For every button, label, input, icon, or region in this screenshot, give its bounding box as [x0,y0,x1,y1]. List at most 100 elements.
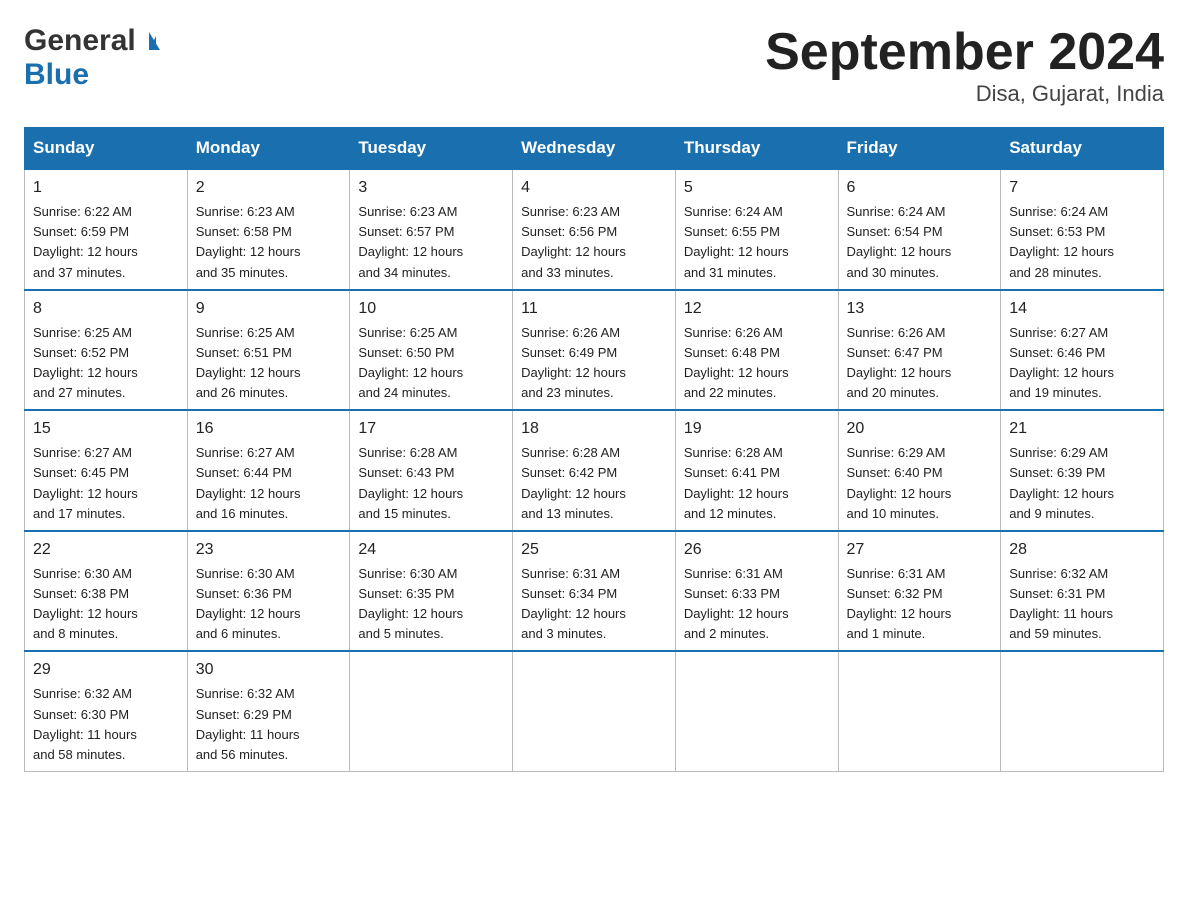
calendar-day-cell: 2 Sunrise: 6:23 AMSunset: 6:58 PMDayligh… [187,169,350,290]
day-info: Sunrise: 6:32 AMSunset: 6:29 PMDaylight:… [196,686,300,761]
calendar-day-cell: 22 Sunrise: 6:30 AMSunset: 6:38 PMDaylig… [25,531,188,652]
calendar-day-cell: 28 Sunrise: 6:32 AMSunset: 6:31 PMDaylig… [1001,531,1164,652]
day-info: Sunrise: 6:31 AMSunset: 6:34 PMDaylight:… [521,566,626,641]
calendar-day-cell: 29 Sunrise: 6:32 AMSunset: 6:30 PMDaylig… [25,651,188,771]
day-number: 27 [847,538,993,562]
day-number: 12 [684,297,830,321]
header-saturday: Saturday [1001,128,1164,170]
day-info: Sunrise: 6:30 AMSunset: 6:38 PMDaylight:… [33,566,138,641]
header-sunday: Sunday [25,128,188,170]
header-tuesday: Tuesday [350,128,513,170]
calendar-week-row: 22 Sunrise: 6:30 AMSunset: 6:38 PMDaylig… [25,531,1164,652]
day-number: 28 [1009,538,1155,562]
day-info: Sunrise: 6:26 AMSunset: 6:47 PMDaylight:… [847,325,952,400]
day-info: Sunrise: 6:30 AMSunset: 6:35 PMDaylight:… [358,566,463,641]
day-info: Sunrise: 6:25 AMSunset: 6:52 PMDaylight:… [33,325,138,400]
day-number: 1 [33,176,179,200]
day-info: Sunrise: 6:27 AMSunset: 6:44 PMDaylight:… [196,445,301,520]
calendar-day-cell: 25 Sunrise: 6:31 AMSunset: 6:34 PMDaylig… [513,531,676,652]
calendar-day-cell [513,651,676,771]
calendar-header-row: Sunday Monday Tuesday Wednesday Thursday… [25,128,1164,170]
title-block: September 2024 Disa, Gujarat, India [765,24,1164,107]
day-info: Sunrise: 6:28 AMSunset: 6:42 PMDaylight:… [521,445,626,520]
day-number: 10 [358,297,504,321]
day-number: 7 [1009,176,1155,200]
day-info: Sunrise: 6:31 AMSunset: 6:33 PMDaylight:… [684,566,789,641]
calendar-location: Disa, Gujarat, India [765,81,1164,107]
logo-general-text: General [24,24,136,58]
day-info: Sunrise: 6:26 AMSunset: 6:48 PMDaylight:… [684,325,789,400]
day-number: 21 [1009,417,1155,441]
calendar-day-cell: 14 Sunrise: 6:27 AMSunset: 6:46 PMDaylig… [1001,290,1164,411]
header-wednesday: Wednesday [513,128,676,170]
day-info: Sunrise: 6:27 AMSunset: 6:46 PMDaylight:… [1009,325,1114,400]
day-number: 15 [33,417,179,441]
day-number: 2 [196,176,342,200]
calendar-day-cell: 23 Sunrise: 6:30 AMSunset: 6:36 PMDaylig… [187,531,350,652]
calendar-day-cell: 30 Sunrise: 6:32 AMSunset: 6:29 PMDaylig… [187,651,350,771]
day-number: 14 [1009,297,1155,321]
day-number: 30 [196,658,342,682]
day-info: Sunrise: 6:30 AMSunset: 6:36 PMDaylight:… [196,566,301,641]
day-info: Sunrise: 6:28 AMSunset: 6:43 PMDaylight:… [358,445,463,520]
header-thursday: Thursday [675,128,838,170]
day-number: 22 [33,538,179,562]
day-number: 6 [847,176,993,200]
calendar-week-row: 1 Sunrise: 6:22 AMSunset: 6:59 PMDayligh… [25,169,1164,290]
calendar-day-cell: 11 Sunrise: 6:26 AMSunset: 6:49 PMDaylig… [513,290,676,411]
calendar-title: September 2024 [765,24,1164,81]
calendar-week-row: 8 Sunrise: 6:25 AMSunset: 6:52 PMDayligh… [25,290,1164,411]
calendar-day-cell: 9 Sunrise: 6:25 AMSunset: 6:51 PMDayligh… [187,290,350,411]
day-number: 11 [521,297,667,321]
day-number: 26 [684,538,830,562]
logo-icon [138,30,160,52]
calendar-day-cell: 20 Sunrise: 6:29 AMSunset: 6:40 PMDaylig… [838,410,1001,531]
calendar-day-cell: 19 Sunrise: 6:28 AMSunset: 6:41 PMDaylig… [675,410,838,531]
day-number: 5 [684,176,830,200]
day-info: Sunrise: 6:24 AMSunset: 6:53 PMDaylight:… [1009,204,1114,279]
header-friday: Friday [838,128,1001,170]
calendar-day-cell [675,651,838,771]
day-number: 23 [196,538,342,562]
calendar-day-cell: 10 Sunrise: 6:25 AMSunset: 6:50 PMDaylig… [350,290,513,411]
day-number: 3 [358,176,504,200]
day-number: 8 [33,297,179,321]
calendar-day-cell: 16 Sunrise: 6:27 AMSunset: 6:44 PMDaylig… [187,410,350,531]
day-info: Sunrise: 6:28 AMSunset: 6:41 PMDaylight:… [684,445,789,520]
day-number: 18 [521,417,667,441]
day-number: 24 [358,538,504,562]
calendar-day-cell: 6 Sunrise: 6:24 AMSunset: 6:54 PMDayligh… [838,169,1001,290]
day-info: Sunrise: 6:31 AMSunset: 6:32 PMDaylight:… [847,566,952,641]
calendar-day-cell: 12 Sunrise: 6:26 AMSunset: 6:48 PMDaylig… [675,290,838,411]
day-number: 9 [196,297,342,321]
day-info: Sunrise: 6:23 AMSunset: 6:56 PMDaylight:… [521,204,626,279]
day-number: 20 [847,417,993,441]
day-number: 29 [33,658,179,682]
calendar-table: Sunday Monday Tuesday Wednesday Thursday… [24,127,1164,772]
day-info: Sunrise: 6:23 AMSunset: 6:58 PMDaylight:… [196,204,301,279]
day-info: Sunrise: 6:32 AMSunset: 6:30 PMDaylight:… [33,686,137,761]
day-info: Sunrise: 6:29 AMSunset: 6:39 PMDaylight:… [1009,445,1114,520]
day-info: Sunrise: 6:25 AMSunset: 6:50 PMDaylight:… [358,325,463,400]
calendar-day-cell: 17 Sunrise: 6:28 AMSunset: 6:43 PMDaylig… [350,410,513,531]
calendar-day-cell: 21 Sunrise: 6:29 AMSunset: 6:39 PMDaylig… [1001,410,1164,531]
day-info: Sunrise: 6:29 AMSunset: 6:40 PMDaylight:… [847,445,952,520]
calendar-day-cell [1001,651,1164,771]
calendar-day-cell: 4 Sunrise: 6:23 AMSunset: 6:56 PMDayligh… [513,169,676,290]
header-monday: Monday [187,128,350,170]
calendar-day-cell [350,651,513,771]
day-number: 16 [196,417,342,441]
day-number: 13 [847,297,993,321]
page-header: General Blue September 2024 Disa, Gujara… [24,24,1164,107]
logo: General Blue [24,24,162,92]
calendar-day-cell: 8 Sunrise: 6:25 AMSunset: 6:52 PMDayligh… [25,290,188,411]
calendar-day-cell: 18 Sunrise: 6:28 AMSunset: 6:42 PMDaylig… [513,410,676,531]
day-info: Sunrise: 6:25 AMSunset: 6:51 PMDaylight:… [196,325,301,400]
calendar-day-cell [838,651,1001,771]
calendar-day-cell: 3 Sunrise: 6:23 AMSunset: 6:57 PMDayligh… [350,169,513,290]
calendar-day-cell: 7 Sunrise: 6:24 AMSunset: 6:53 PMDayligh… [1001,169,1164,290]
day-info: Sunrise: 6:26 AMSunset: 6:49 PMDaylight:… [521,325,626,400]
logo-blue-text: Blue [24,58,89,92]
calendar-day-cell: 26 Sunrise: 6:31 AMSunset: 6:33 PMDaylig… [675,531,838,652]
calendar-day-cell: 1 Sunrise: 6:22 AMSunset: 6:59 PMDayligh… [25,169,188,290]
